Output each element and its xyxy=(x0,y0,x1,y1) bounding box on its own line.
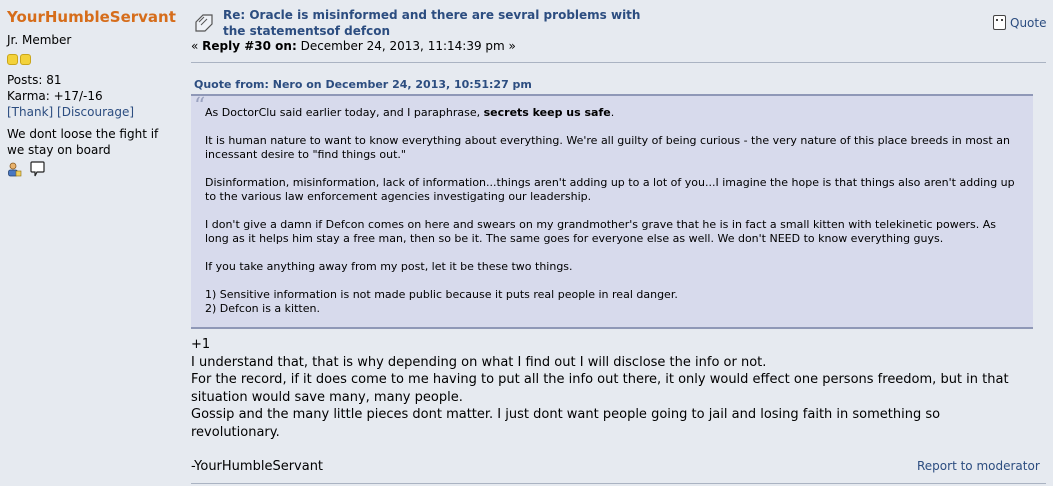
personal-text: We dont loose the fight if we stay on bo… xyxy=(7,127,159,157)
thank-link[interactable]: [Thank] xyxy=(7,105,53,119)
post-body: +1 I understand that, that is why depend… xyxy=(191,336,1031,476)
post-line: I understand that, that is why depending… xyxy=(191,354,767,370)
quote-icon xyxy=(993,15,1006,30)
reply-prefix: « xyxy=(191,39,203,53)
quote-paragraph: Disinformation, misinformation, lack of … xyxy=(205,176,1015,203)
post-line: +1 xyxy=(191,337,211,352)
post-subject-link[interactable]: Re: Oracle is misinformed and there are … xyxy=(223,7,663,39)
quote-paragraph: It is human nature to want to know every… xyxy=(205,134,1010,161)
divider xyxy=(191,62,1046,63)
reply-date: December 24, 2013, 11:14:39 pm » xyxy=(296,39,516,53)
message-icon[interactable] xyxy=(30,161,45,180)
reply-info: « Reply #30 on: December 24, 2013, 11:14… xyxy=(191,39,516,53)
member-rank: Jr. Member xyxy=(7,33,72,47)
quote-button[interactable]: Quote xyxy=(993,15,1047,31)
report-to-moderator-link[interactable]: Report to moderator xyxy=(917,459,1040,473)
quote-paragraph: I don't give a damn if Defcon comes on h… xyxy=(205,218,997,245)
quote-paragraph: If you take anything away from my post, … xyxy=(205,260,573,273)
star-icon xyxy=(7,54,18,65)
rank-stars xyxy=(7,54,177,66)
karma-value: Karma: +17/-16 xyxy=(7,89,103,103)
quote-header-link[interactable]: Quote from: Nero on December 24, 2013, 1… xyxy=(194,78,532,91)
karma-links: [Thank] [Discourage] xyxy=(7,104,177,120)
quote-button-label: Quote xyxy=(1010,16,1047,30)
quote-mark-icon: “ xyxy=(194,94,206,119)
quote-paragraph: 2) Defcon is a kitten. xyxy=(205,302,320,315)
poster-icons xyxy=(7,161,177,179)
discourage-link[interactable]: [Discourage] xyxy=(57,105,134,119)
divider xyxy=(191,483,1046,484)
reply-number: Reply #30 on: xyxy=(202,39,297,53)
poster-info: YourHumbleServant Jr. Member Posts: 81 K… xyxy=(7,8,177,179)
post-count: Posts: 81 xyxy=(7,73,62,87)
quote-paragraph: 1) Sensitive information is not made pub… xyxy=(205,288,678,301)
quote-block: “ As DoctorClu said earlier today, and I… xyxy=(191,94,1033,329)
post-line: For the record, if it does come to me ha… xyxy=(191,372,1009,405)
profile-icon[interactable] xyxy=(7,162,22,180)
quote-paragraph: As DoctorClu said earlier today, and I p… xyxy=(205,106,615,119)
post-line: Gossip and the many little pieces dont m… xyxy=(191,407,941,440)
poster-name[interactable]: YourHumbleServant xyxy=(7,8,177,26)
post-subject-icon xyxy=(193,12,215,32)
star-icon xyxy=(20,54,31,65)
post-signature: -YourHumbleServant xyxy=(191,459,324,474)
